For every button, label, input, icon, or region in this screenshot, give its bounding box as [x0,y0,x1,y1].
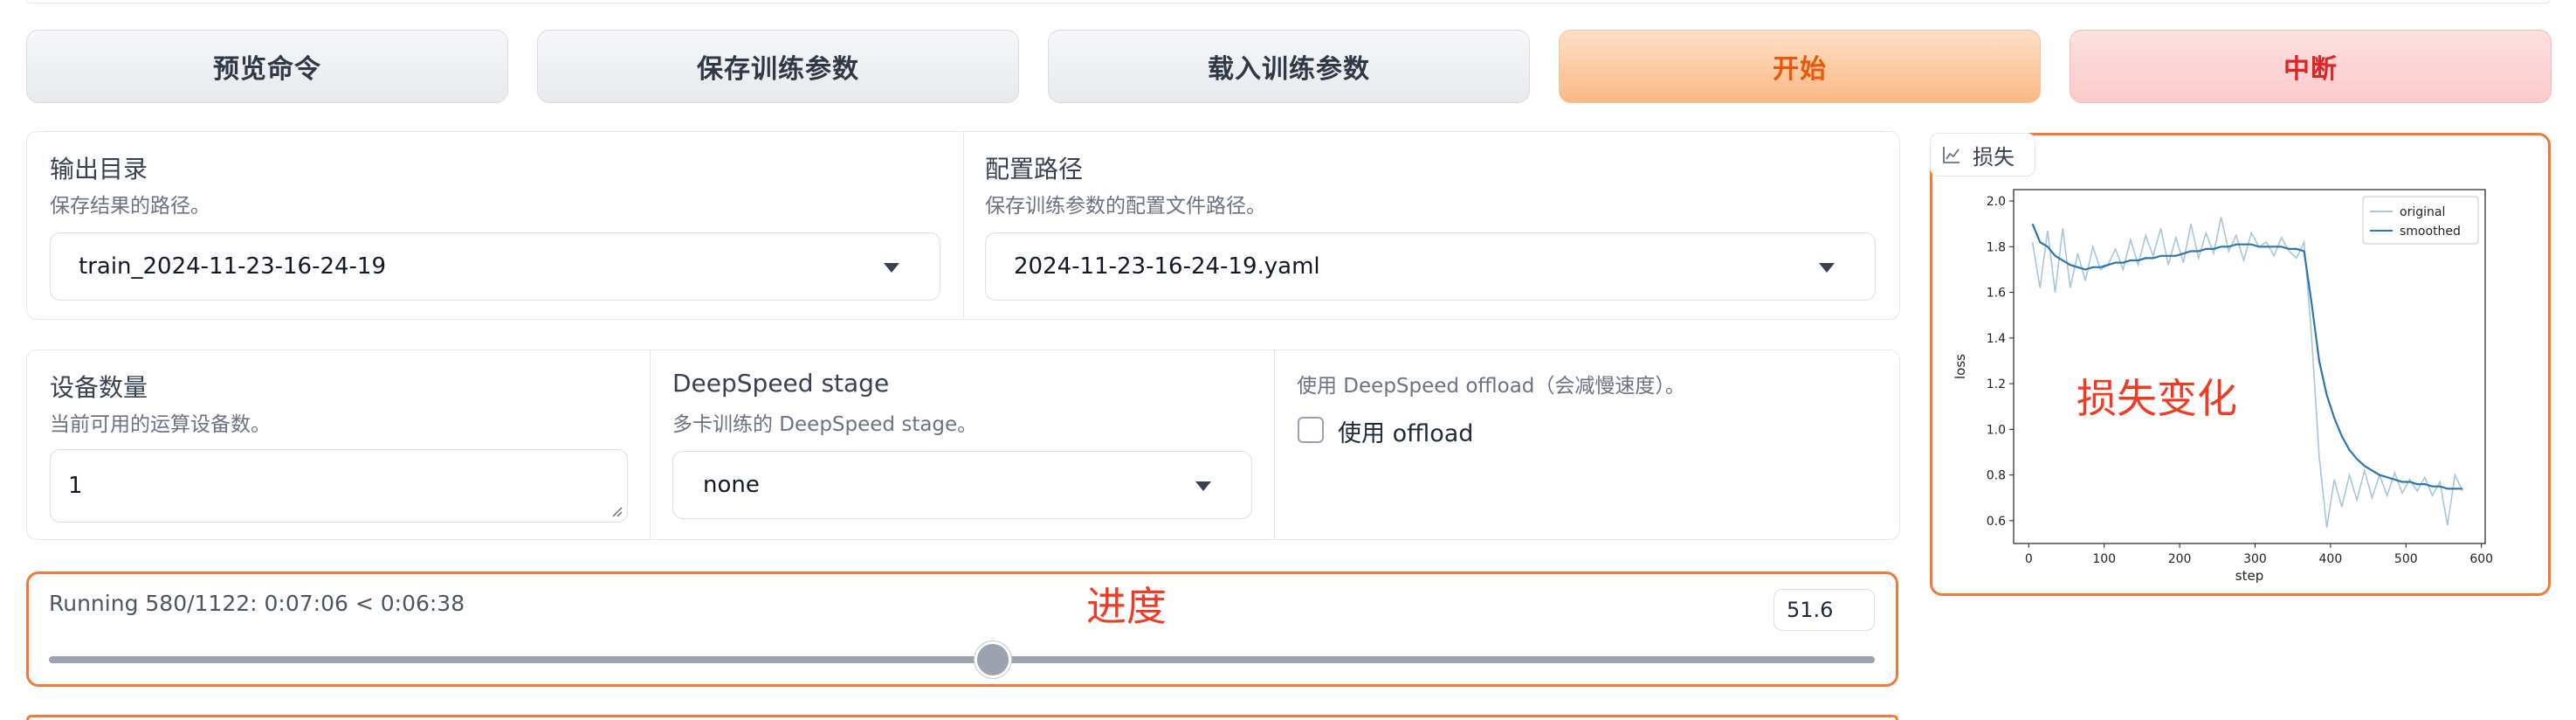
output-dir-info: 保存结果的路径。 [50,195,210,218]
ds-stage-value: none [703,472,760,498]
chart-icon [1943,147,1960,163]
progress-slider-track[interactable] [49,656,1875,663]
ds-stage-dropdown[interactable]: none [672,451,1252,519]
config-path-value: 2024-11-23-16-24-19.yaml [1014,253,1320,280]
device-count-label: 设备数量 [50,373,148,402]
x-tick-label: 0 [2025,552,2033,566]
device-count-input[interactable]: 1 [50,449,628,523]
resize-handle-icon[interactable] [610,504,623,518]
y-tick-label: 2.0 [1987,195,2006,209]
y-tick-label: 0.8 [1987,469,2006,483]
output-dir-label: 输出目录 [50,155,148,183]
loss-tab-label: 损失 [1930,133,2035,177]
panel-divider [1274,350,1275,539]
output-dir-value: train_2024-11-23-16-24-19 [79,253,387,280]
config-path-dropdown[interactable]: 2024-11-23-16-24-19.yaml [985,232,1876,301]
x-axis-label: step [2235,568,2263,584]
load-args-button[interactable]: 载入训练参数 [1048,30,1530,103]
progress-annotation: 进度 [1086,583,1167,630]
progress-number-input[interactable]: 51.6 [1774,589,1875,631]
preview-command-button[interactable]: 预览命令 [26,30,508,103]
y-tick-label: 1.2 [1987,377,2006,391]
chevron-down-icon [1819,263,1835,273]
abort-button[interactable]: 中断 [2070,30,2552,103]
save-args-button[interactable]: 保存训练参数 [537,30,1019,103]
x-tick-label: 300 [2243,552,2267,566]
chevron-down-icon [1195,481,1211,491]
x-tick-label: 200 [2168,552,2192,566]
device-count-info: 当前可用的运算设备数。 [50,413,271,436]
legend-label-original: original [2400,205,2445,219]
ds-stage-info: 多卡训练的 DeepSpeed stage。 [672,413,978,436]
output-dir-dropdown[interactable]: train_2024-11-23-16-24-19 [50,232,940,301]
y-tick-label: 0.6 [1987,515,2006,529]
config-path-label: 配置路径 [985,155,1084,183]
x-tick-label: 400 [2319,552,2343,566]
ds-offload-label[interactable]: 使用 offload [1338,414,1473,448]
panel-divider [963,132,964,319]
progress-status-text: Running 580/1122: 0:07:06 < 0:06:38 [49,591,465,616]
loss-tab-text: 损失 [1973,144,2015,170]
progress-slider-thumb[interactable] [974,641,1011,678]
top-panel-edge [26,0,2550,3]
ds-stage-label: DeepSpeed stage [672,369,890,398]
x-tick-label: 500 [2394,552,2418,566]
ds-offload-checkbox[interactable] [1298,417,1324,443]
next-panel-edge [26,715,1898,720]
legend-label-smoothed: smoothed [2400,225,2461,239]
x-tick-label: 600 [2469,552,2493,566]
y-tick-label: 1.4 [1987,332,2006,346]
config-path-info: 保存训练参数的配置文件路径。 [985,195,1266,218]
start-button[interactable]: 开始 [1559,30,2041,103]
progress-panel [26,571,1898,687]
y-axis-label: loss [1953,354,1968,379]
y-tick-label: 1.0 [1987,423,2006,437]
chevron-down-icon [884,263,899,273]
y-tick-label: 1.8 [1987,240,2006,254]
y-tick-label: 1.6 [1987,287,2006,301]
ds-offload-info: 使用 DeepSpeed offload（会减慢速度）。 [1297,375,1685,398]
panel-divider [650,350,651,539]
loss-annotation: 损失变化 [2077,375,2237,422]
device-count-value: 1 [68,473,83,499]
x-tick-label: 100 [2092,552,2116,566]
